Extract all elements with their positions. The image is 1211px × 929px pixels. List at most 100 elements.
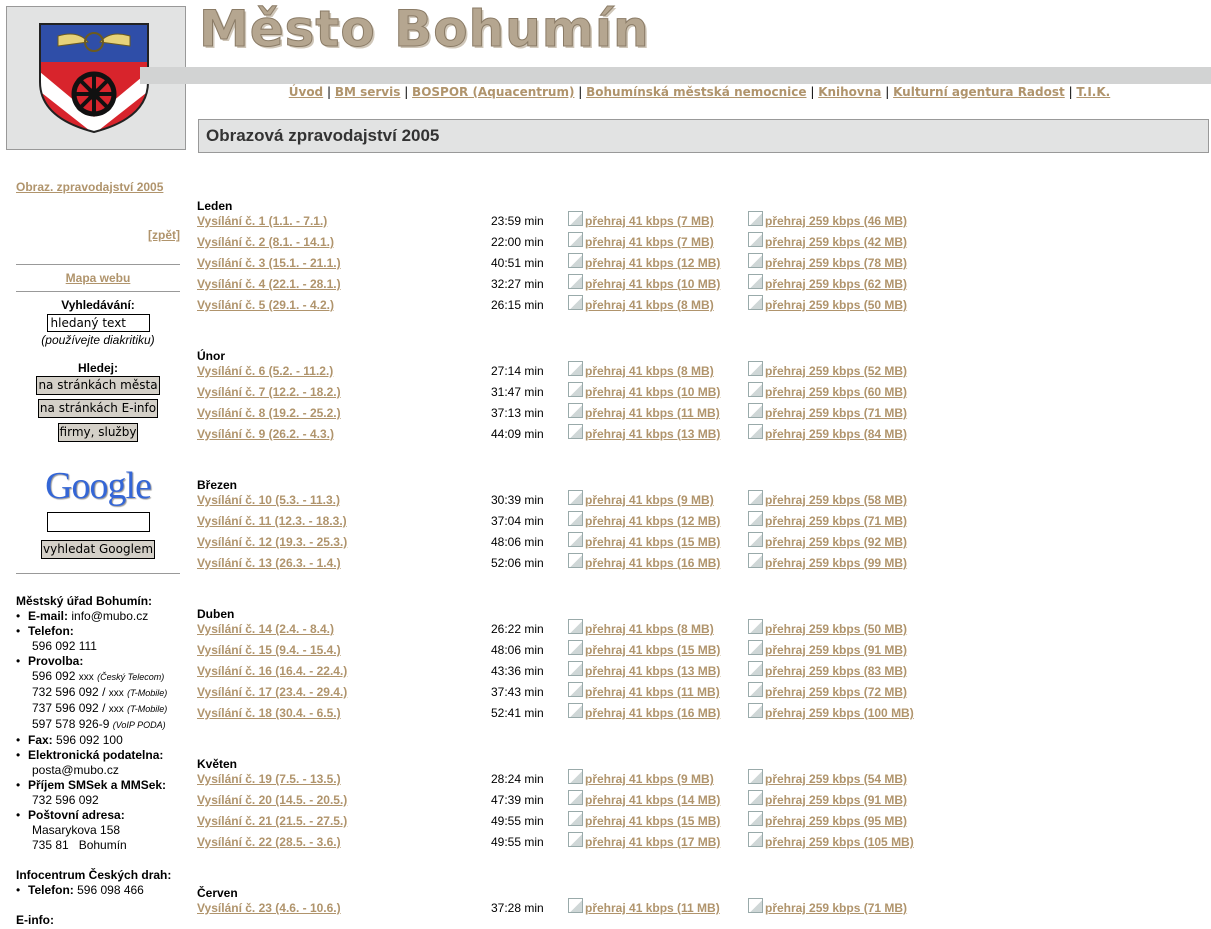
month-gap	[197, 856, 997, 885]
search-input[interactable]: hledaný text	[46, 314, 150, 332]
broken-image-icon	[568, 232, 583, 247]
broadcast-link[interactable]: Vysílání č. 10 (5.3. - 11.3.)	[197, 493, 340, 507]
broadcast-link[interactable]: Vysílání č. 23 (4.6. - 10.6.)	[197, 901, 341, 915]
broadcast-link[interactable]: Vysílání č. 8 (19.2. - 25.2.)	[197, 406, 341, 420]
broadcast-link[interactable]: Vysílání č. 11 (12.3. - 18.3.)	[197, 514, 347, 528]
play-41kbps-link[interactable]: přehraj 41 kbps (11 MB)	[585, 685, 720, 699]
play-41kbps-link[interactable]: přehraj 41 kbps (10 MB)	[585, 277, 720, 291]
play-259kbps-link[interactable]: přehraj 259 kbps (58 MB)	[765, 493, 907, 507]
play-41kbps-link[interactable]: přehraj 41 kbps (7 MB)	[585, 235, 714, 249]
broken-image-icon	[568, 619, 583, 634]
play-259kbps-link[interactable]: přehraj 259 kbps (100 MB)	[765, 706, 914, 720]
play-259kbps-link[interactable]: přehraj 259 kbps (91 MB)	[765, 793, 907, 807]
broadcast-link[interactable]: Vysílání č. 7 (12.2. - 18.2.)	[197, 385, 341, 399]
search-einfo-button[interactable]: na stránkách E-info	[37, 399, 159, 418]
play-41kbps-link[interactable]: přehraj 41 kbps (11 MB)	[585, 901, 720, 915]
play-41kbps-link[interactable]: přehraj 41 kbps (9 MB)	[585, 772, 714, 786]
broadcast-link[interactable]: Vysílání č. 16 (16.4. - 22.4.)	[197, 664, 347, 678]
nav-knihovna[interactable]: Knihovna	[818, 85, 881, 99]
broken-image-icon	[748, 232, 763, 247]
search-firms-button[interactable]: firmy, služby	[57, 423, 139, 442]
play-259kbps-link[interactable]: přehraj 259 kbps (54 MB)	[765, 772, 907, 786]
broadcast-link[interactable]: Vysílání č. 1 (1.1. - 7.1.)	[197, 214, 327, 228]
play-41kbps-link[interactable]: přehraj 41 kbps (16 MB)	[585, 706, 720, 720]
play-259kbps-link[interactable]: přehraj 259 kbps (46 MB)	[765, 214, 907, 228]
play-259kbps-link[interactable]: přehraj 259 kbps (62 MB)	[765, 277, 907, 291]
play-259kbps-link[interactable]: přehraj 259 kbps (71 MB)	[765, 514, 907, 528]
sitemap-link[interactable]: Mapa webu	[66, 271, 131, 285]
broadcast-link[interactable]: Vysílání č. 12 (19.3. - 25.3.)	[197, 535, 347, 549]
broken-image-icon	[748, 532, 763, 547]
play-259kbps-link[interactable]: přehraj 259 kbps (95 MB)	[765, 814, 907, 828]
play-259kbps-link[interactable]: přehraj 259 kbps (78 MB)	[765, 256, 907, 270]
broadcast-link[interactable]: Vysílání č. 22 (28.5. - 3.6.)	[197, 835, 341, 849]
broadcast-link[interactable]: Vysílání č. 20 (14.5. - 20.5.)	[197, 793, 347, 807]
play-41kbps-link[interactable]: přehraj 41 kbps (15 MB)	[585, 643, 720, 657]
nav-nemocnice[interactable]: Bohumínská městská nemocnice	[586, 85, 806, 99]
sms-value: 732 596 092	[32, 793, 99, 807]
play-259kbps-link[interactable]: přehraj 259 kbps (91 MB)	[765, 643, 907, 657]
cd-title: Infocentrum Českých drah:	[16, 868, 172, 882]
nav-bm-servis[interactable]: BM servis	[335, 85, 401, 99]
broadcast-link[interactable]: Vysílání č. 3 (15.1. - 21.1.)	[197, 256, 341, 270]
play-259kbps-link[interactable]: přehraj 259 kbps (52 MB)	[765, 364, 907, 378]
play-41kbps-link[interactable]: přehraj 41 kbps (16 MB)	[585, 556, 720, 570]
play-41kbps-link[interactable]: přehraj 41 kbps (10 MB)	[585, 385, 720, 399]
play-41kbps-link[interactable]: přehraj 41 kbps (11 MB)	[585, 406, 720, 420]
play-259kbps-link[interactable]: přehraj 259 kbps (84 MB)	[765, 427, 907, 441]
play-259kbps-link[interactable]: přehraj 259 kbps (50 MB)	[765, 622, 907, 636]
play-259kbps-link[interactable]: přehraj 259 kbps (50 MB)	[765, 298, 907, 312]
play-259kbps-link[interactable]: přehraj 259 kbps (92 MB)	[765, 535, 907, 549]
play-41kbps-link[interactable]: přehraj 41 kbps (13 MB)	[585, 427, 720, 441]
broken-image-icon	[748, 211, 763, 226]
broadcast-link[interactable]: Vysílání č. 2 (8.1. - 14.1.)	[197, 235, 334, 249]
broadcast-link[interactable]: Vysílání č. 14 (2.4. - 8.4.)	[197, 622, 334, 636]
google-search-input[interactable]	[46, 512, 150, 532]
play-41kbps-link[interactable]: přehraj 41 kbps (14 MB)	[585, 793, 720, 807]
nav-bospor[interactable]: BOSPOR (Aquacentrum)	[412, 85, 574, 99]
play-259kbps-link[interactable]: přehraj 259 kbps (83 MB)	[765, 664, 907, 678]
play-259kbps-link[interactable]: přehraj 259 kbps (99 MB)	[765, 556, 907, 570]
broadcast-link[interactable]: Vysílání č. 6 (5.2. - 11.2.)	[197, 364, 333, 378]
broadcast-link[interactable]: Vysílání č. 18 (30.4. - 6.5.)	[197, 706, 341, 720]
play-259kbps-link[interactable]: přehraj 259 kbps (105 MB)	[765, 835, 914, 849]
broadcast-link[interactable]: Vysílání č. 19 (7.5. - 13.5.)	[197, 772, 341, 786]
broadcast-link[interactable]: Vysílání č. 15 (9.4. - 15.4.)	[197, 643, 341, 657]
play-41kbps-link[interactable]: přehraj 41 kbps (15 MB)	[585, 535, 720, 549]
search-city-button[interactable]: na stránkách města	[36, 376, 160, 395]
play-41kbps-link[interactable]: přehraj 41 kbps (17 MB)	[585, 835, 720, 849]
play-41kbps-link[interactable]: přehraj 41 kbps (9 MB)	[585, 493, 714, 507]
direct-line-2-ext: xxx	[108, 688, 124, 699]
broadcast-link[interactable]: Vysílání č. 21 (21.5. - 27.5.)	[197, 814, 347, 828]
play-41kbps-link[interactable]: přehraj 41 kbps (15 MB)	[585, 814, 720, 828]
play-41kbps-link[interactable]: přehraj 41 kbps (12 MB)	[585, 256, 720, 270]
broadcast-link[interactable]: Vysílání č. 17 (23.4. - 29.4.)	[197, 685, 347, 699]
duration: 48:06 min	[491, 643, 544, 657]
nav-radost[interactable]: Kulturní agentura Radost	[893, 85, 1065, 99]
broadcast-link[interactable]: Vysílání č. 13 (26.3. - 1.4.)	[197, 556, 341, 570]
play-41kbps-link[interactable]: přehraj 41 kbps (8 MB)	[585, 622, 714, 636]
play-41kbps-link[interactable]: přehraj 41 kbps (8 MB)	[585, 364, 714, 378]
play-259kbps-link[interactable]: přehraj 259 kbps (72 MB)	[765, 685, 907, 699]
play-259kbps-link[interactable]: přehraj 259 kbps (60 MB)	[765, 385, 907, 399]
broadcast-link[interactable]: Vysílání č. 9 (26.2. - 4.3.)	[197, 427, 334, 441]
broken-image-icon	[748, 661, 763, 676]
broadcast-link[interactable]: Vysílání č. 4 (22.1. - 28.1.)	[197, 277, 341, 291]
page-heading: Obrazová zpravodajství 2005	[198, 119, 1209, 153]
play-41kbps-link[interactable]: přehraj 41 kbps (13 MB)	[585, 664, 720, 678]
play-41kbps-link[interactable]: přehraj 41 kbps (7 MB)	[585, 214, 714, 228]
play-41kbps-link[interactable]: přehraj 41 kbps (12 MB)	[585, 514, 720, 528]
broadcast-link[interactable]: Vysílání č. 5 (29.1. - 4.2.)	[197, 298, 334, 312]
google-search-button[interactable]: vyhledat Googlem	[40, 540, 156, 559]
broken-image-icon	[568, 274, 583, 289]
direct-line-4: 597 578 926-9	[32, 717, 110, 731]
play-41kbps-link[interactable]: přehraj 41 kbps (8 MB)	[585, 298, 714, 312]
play-259kbps-link[interactable]: přehraj 259 kbps (71 MB)	[765, 901, 907, 915]
play-259kbps-link[interactable]: přehraj 259 kbps (71 MB)	[765, 406, 907, 420]
epodatelna-label: Elektronická podatelna:	[28, 748, 164, 762]
nav-tik[interactable]: T.I.K.	[1076, 85, 1110, 99]
sidebar-current-link[interactable]: Obraz. zpravodajství 2005	[16, 180, 163, 194]
play-259kbps-link[interactable]: přehraj 259 kbps (42 MB)	[765, 235, 907, 249]
nav-uvod[interactable]: Úvod	[289, 85, 323, 99]
back-link[interactable]: [zpět]	[148, 228, 180, 242]
